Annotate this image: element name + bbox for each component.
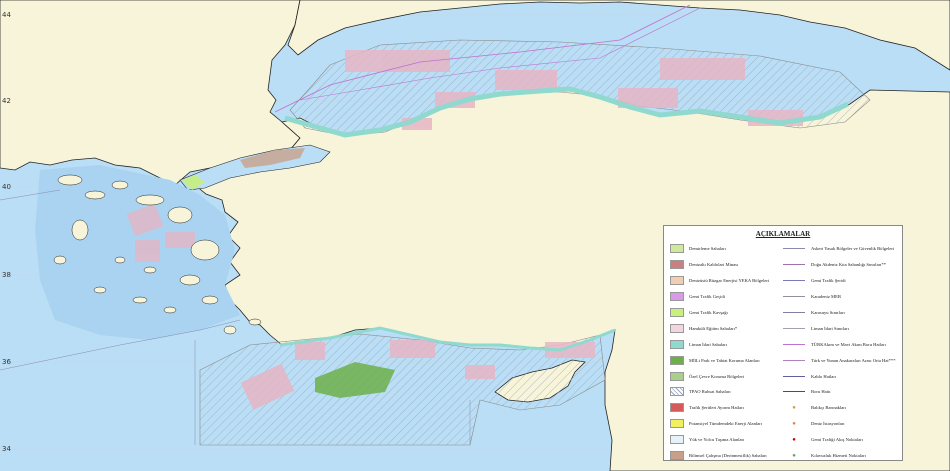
legend-swatch: [670, 339, 684, 349]
legend-point-symbol: ●: [792, 420, 796, 427]
legend-item: Liman İdari Sınırları: [783, 320, 896, 336]
legend-label: Gemi Trafiği Akış Noktaları: [811, 437, 863, 443]
lat-label: 44: [2, 11, 11, 19]
legend-item: Gemi Trafik Şeridi: [783, 273, 896, 289]
legend-label: Gemi Trafik Şeridi: [811, 278, 846, 284]
legend-point-symbol: ●: [792, 436, 796, 443]
legend-label: Liman İdari Sınırları: [811, 325, 850, 331]
legend-item: Gemi Trafik Geçidi: [670, 289, 783, 305]
legend-label: Demirleme Sahaları: [689, 246, 726, 252]
legend-item: MİlLi Park ve Tabiat Koruma Alanları: [670, 352, 783, 368]
legend-item: ● Kılavuzluk Hizmeti Noktaları: [783, 448, 896, 464]
legend-item: Hamkült Eğitim Sahaları*: [670, 320, 783, 336]
legend-item: ● Balıkçı Barınakları: [783, 400, 896, 416]
legend-left-column: Demirleme Sahaları Denizaltı Kablolari Mi…: [670, 241, 783, 463]
legend-item: Potansiyel Tümdemdeki Enerji Alanları: [670, 416, 783, 432]
legend-swatch: [670, 244, 684, 254]
legend-label: Denizaltı Kablolari Minası: [689, 262, 739, 268]
legend-label: TPAO Ruhsat Sahaları: [689, 389, 731, 395]
legend-label: Liman İdari Sahaları: [689, 341, 728, 347]
legend-label: Özel Çevre Koruma Bölgeleri: [689, 373, 745, 379]
lat-label: 38: [2, 271, 11, 279]
legend-title: AÇIKLAMALAR: [755, 230, 811, 238]
legend-line-symbol: [783, 375, 805, 377]
lat-label: 42: [2, 97, 11, 105]
legend-line-symbol: [783, 264, 805, 266]
legend-label: Gemi Trafik Kavşağı: [689, 310, 728, 315]
legend-line-symbol: [783, 327, 805, 329]
legend-swatch: [670, 292, 684, 302]
legend-label: MİlLi Park ve Tabiat Koruma Alanları: [689, 357, 760, 363]
legend-label: TÜRKAkım ve Mavi Akım Boru Hatları: [811, 341, 886, 347]
legend-label: Kablo Hatları: [811, 373, 837, 379]
legend-swatch: [670, 308, 684, 317]
legend-label: Potansiyel Tümdemdeki Enerji Alanları: [689, 421, 763, 427]
legend-label: Karasuyu Sınırları: [811, 310, 845, 315]
legend-item: Boru Hattı: [783, 384, 896, 400]
legend-swatch: [670, 276, 684, 286]
legend-label: Balıkçı Barınakları: [811, 405, 847, 411]
legend-label: Kılavuzluk Hizmeti Noktaları: [811, 453, 866, 459]
legend-label: Gemi Trafik Geçidi: [689, 294, 725, 300]
legend-line-symbol: [783, 248, 805, 250]
legend-label: Deniz İstasyonları: [811, 421, 845, 427]
legend-line-symbol: [783, 296, 805, 298]
legend-point-symbol: ●: [792, 452, 796, 459]
legend-item: Liman İdari Sahaları: [670, 336, 783, 352]
legend-swatch: [670, 260, 684, 270]
legend-label: Karadeniz MEB: [811, 294, 841, 300]
legend-swatch: [670, 355, 684, 365]
legend-swatch: [670, 435, 684, 445]
legend-right-column: Askeri Yasak Bölgeler ve Güvenlik Bölgel…: [783, 241, 896, 463]
legend-item: Türk ve Yunan Anakaraları Arası Orta Hat…: [783, 352, 896, 368]
legend-line-symbol: [783, 359, 805, 361]
legend-swatch: [670, 387, 684, 397]
legend-item: Karadeniz MEB: [783, 289, 896, 305]
legend-item: Özel Çevre Koruma Bölgeleri: [670, 368, 783, 384]
legend-item: Bilimsel Çalışma (Derinmesiflik) Sahalar…: [670, 448, 783, 464]
legend-item: Denizaltı Kablolari Minası: [670, 257, 783, 273]
lat-label: 36: [2, 358, 11, 366]
legend-label: Boru Hattı: [811, 389, 831, 395]
legend-line-symbol: [783, 343, 805, 345]
legend-swatch: [670, 371, 684, 381]
legend-item: Karasuyu Sınırları: [783, 305, 896, 321]
legend-item: Doğu Akdeniz Kıta Sahanlığı Sınırları**: [783, 257, 896, 273]
legend-panel: AÇIKLAMALAR Demirleme Sahaları Denizaltı …: [663, 225, 903, 461]
legend-item: ● Gemi Trafiği Akış Noktaları: [783, 432, 896, 448]
legend-label: Askeri Yasak Bölgeler ve Güvenlik Bölgel…: [811, 246, 895, 252]
marine-spatial-map: 44 42 40 38 36 34 AÇIKLAMALAR Demirleme …: [0, 0, 950, 471]
legend-swatch: [670, 323, 684, 333]
legend-item: Kablo Hatları: [783, 368, 896, 384]
legend-item: Denizüstü Rüzgar Enerjisi YEKA Bölgeleri: [670, 273, 783, 289]
legend-line-symbol: [783, 280, 805, 282]
legend-item: Yük ve Yolcu Taşıma Alanları: [670, 432, 783, 448]
legend-swatch: [670, 403, 684, 413]
legend-label: Doğu Akdeniz Kıta Sahanlığı Sınırları**: [811, 262, 887, 268]
legend-line-symbol: [783, 312, 805, 313]
legend-line-symbol: [783, 391, 805, 393]
legend-swatch: [670, 419, 684, 429]
legend-item: TÜRKAkım ve Mavi Akım Boru Hatları: [783, 336, 896, 352]
lat-label: 40: [2, 183, 11, 191]
legend-item: Gemi Trafik Kavşağı: [670, 305, 783, 321]
legend-item: Trafik Şeritleri Ayırım Hatları: [670, 400, 783, 416]
legend-item: TPAO Ruhsat Sahaları: [670, 384, 783, 400]
legend-label: Yük ve Yolcu Taşıma Alanları: [689, 437, 745, 443]
legend-item: ● Deniz İstasyonları: [783, 416, 896, 432]
legend-label: Trafik Şeritleri Ayırım Hatları: [689, 405, 744, 411]
legend-label: Bilimsel Çalışma (Derinmesiflik) Sahalar…: [689, 453, 767, 459]
legend-swatch: [670, 451, 684, 461]
legend-item: Demirleme Sahaları: [670, 241, 783, 257]
legend-point-symbol: ●: [792, 404, 796, 411]
legend-label: Denizüstü Rüzgar Enerjisi YEKA Bölgeleri: [689, 278, 770, 284]
legend-item: Askeri Yasak Bölgeler ve Güvenlik Bölgel…: [783, 241, 896, 257]
legend-label: Türk ve Yunan Anakaraları Arası Orta Hat…: [811, 357, 896, 363]
legend-label: Hamkült Eğitim Sahaları*: [689, 325, 738, 331]
lat-label: 34: [2, 445, 11, 453]
